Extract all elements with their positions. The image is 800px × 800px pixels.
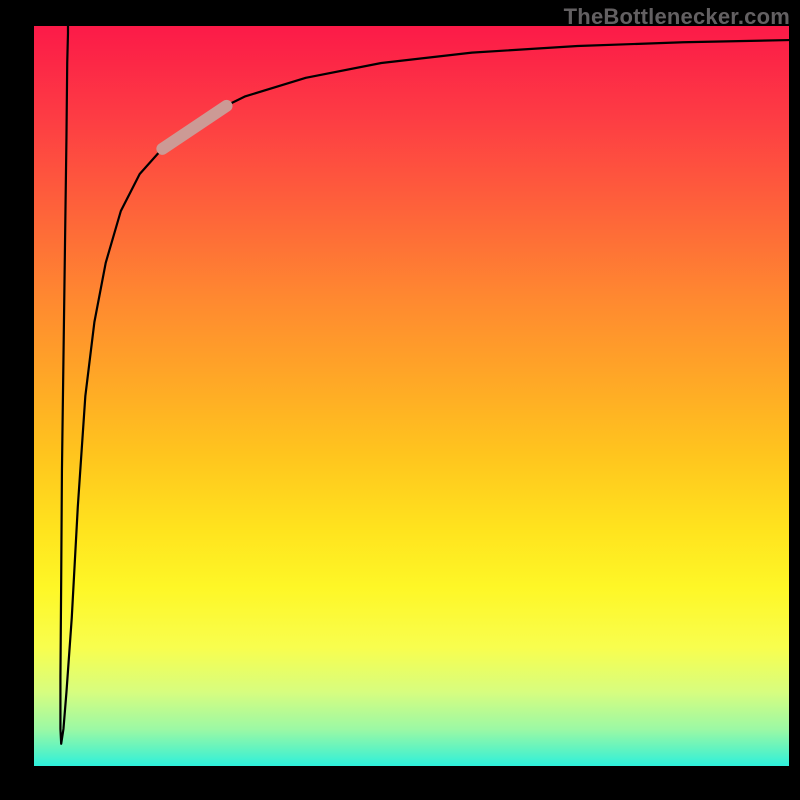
gradient-plot-background <box>34 26 789 766</box>
chart-stage: TheBottlenecker.com <box>0 0 800 800</box>
